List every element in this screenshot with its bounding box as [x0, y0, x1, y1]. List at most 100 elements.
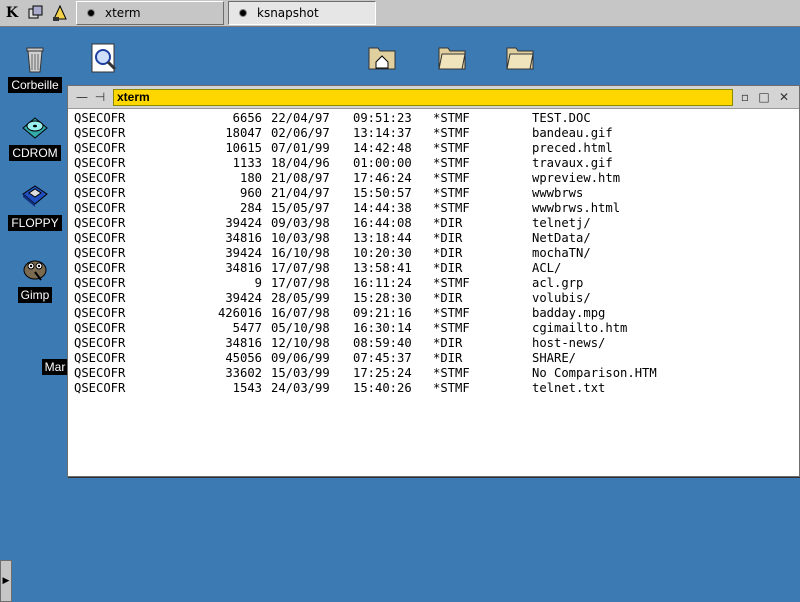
- listing-user: QSECOFR: [74, 321, 126, 335]
- window-titlebar[interactable]: — ⊣ xterm ▫ □ ✕: [68, 86, 799, 109]
- listing-name: wwwbrws.html: [532, 201, 621, 215]
- desktop-icon-folder-3[interactable]: [490, 40, 550, 72]
- desktop-icon-konqueror[interactable]: [74, 42, 134, 74]
- listing-name: volubis/: [532, 291, 591, 305]
- task-button-xterm[interactable]: xterm: [76, 1, 224, 25]
- xterm-window[interactable]: — ⊣ xterm ▫ □ ✕ QSECOFR 6656 22/04/97 09:51…: [67, 85, 800, 477]
- listing-user: QSECOFR: [74, 261, 126, 275]
- listing-date: 15/03/99: [271, 366, 330, 380]
- listing-time: 09:51:23: [353, 111, 412, 125]
- listing-name: TEST.DOC: [532, 111, 591, 125]
- listing-type: *STMF: [433, 171, 470, 185]
- listing-user: QSECOFR: [74, 111, 126, 125]
- listing-type: *DIR: [433, 261, 463, 275]
- listing-size: 39424: [225, 216, 262, 230]
- listing-user: QSECOFR: [74, 231, 126, 245]
- home-folder-icon: [366, 40, 398, 72]
- desktop-icon-label: Corbeille: [8, 77, 62, 93]
- listing-date: 28/05/99: [271, 291, 330, 305]
- listing-type: *DIR: [433, 336, 463, 350]
- listing-user: QSECOFR: [74, 171, 126, 185]
- listing-time: 07:45:37: [353, 351, 412, 365]
- desktop-icon-label: Mar: [41, 359, 69, 375]
- listing-date: 16/07/98: [271, 306, 330, 320]
- listing-date: 07/01/99: [271, 141, 330, 155]
- desktop-icon-cdrom[interactable]: CDROM: [5, 110, 65, 161]
- task-dot-icon: [239, 9, 247, 17]
- listing-row: QSECOFR 34816 17/07/98 13:58:41 *DIR ACL/: [74, 261, 789, 276]
- listing-size: 5477: [232, 321, 262, 335]
- listing-name: telnetj/: [532, 216, 591, 230]
- listing-type: *STMF: [433, 321, 470, 335]
- folder-icon: [436, 40, 468, 72]
- task-button-ksnapshot[interactable]: ksnapshot: [228, 1, 376, 25]
- listing-date: 22/04/97: [271, 111, 330, 125]
- listing-time: 14:44:38: [353, 201, 412, 215]
- listing-row: QSECOFR 34816 10/03/98 13:18:44 *DIR NetData/: [74, 231, 789, 246]
- listing-size: 45056: [225, 351, 262, 365]
- listing-time: 17:46:24: [353, 171, 412, 185]
- folder-icon: [504, 40, 536, 72]
- desktop-icon-home-folder[interactable]: [352, 40, 412, 72]
- listing-row: QSECOFR 6656 22/04/97 09:51:23 *STMF TEST.DOC: [74, 111, 789, 126]
- listing-user: QSECOFR: [74, 366, 126, 380]
- desktop-icon-label: Gimp: [17, 287, 53, 303]
- pin-icon[interactable]: ⊣: [92, 89, 108, 105]
- desktop-icon-man[interactable]: Mar: [40, 356, 70, 375]
- listing-user: QSECOFR: [74, 246, 126, 260]
- desktop-icon-gimp[interactable]: Gimp: [5, 252, 65, 303]
- listing-type: *STMF: [433, 111, 470, 125]
- listing-name: acl.grp: [532, 276, 584, 290]
- listing-row: QSECOFR 33602 15/03/99 17:25:24 *STMF No Comp…: [74, 366, 789, 381]
- terminal-output[interactable]: QSECOFR 6656 22/04/97 09:51:23 *STMF TEST.DOC…: [74, 111, 789, 471]
- listing-date: 24/03/99: [271, 381, 330, 395]
- listing-size: 426016: [217, 306, 262, 320]
- listing-user: QSECOFR: [74, 336, 126, 350]
- listing-row: QSECOFR 1543 24/03/99 15:40:26 *STMF telnet.t…: [74, 381, 789, 396]
- trash-icon: [19, 42, 51, 74]
- k-menu-icon[interactable]: K: [2, 3, 22, 23]
- minimize-icon[interactable]: —: [74, 89, 90, 105]
- iconify-icon[interactable]: ▫: [737, 89, 753, 105]
- listing-date: 09/03/98: [271, 216, 330, 230]
- listing-row: QSECOFR 45056 09/06/99 07:45:37 *DIR SHARE/: [74, 351, 789, 366]
- listing-size: 960: [239, 186, 262, 200]
- listing-name: ACL/: [532, 261, 562, 275]
- terminal-launcher-icon[interactable]: [50, 3, 70, 23]
- listing-name: bandeau.gif: [532, 126, 613, 140]
- listing-row: QSECOFR 39424 16/10/98 10:20:30 *DIR mochaTN/: [74, 246, 789, 261]
- close-icon[interactable]: ✕: [776, 89, 792, 105]
- listing-date: 17/07/98: [271, 261, 330, 275]
- listing-size: 18047: [225, 126, 262, 140]
- desktop-icon-label: FLOPPY: [8, 215, 62, 231]
- desktop-icon-floppy[interactable]: FLOPPY: [5, 180, 65, 231]
- listing-date: 10/03/98: [271, 231, 330, 245]
- panel-expand-arrow-icon[interactable]: ▶: [0, 560, 12, 602]
- desktop-icon-trash[interactable]: Corbeille: [5, 42, 65, 93]
- listing-user: QSECOFR: [74, 216, 126, 230]
- desktop-icon-folder-2[interactable]: [422, 40, 482, 72]
- listing-type: *STMF: [433, 276, 470, 290]
- listing-row: QSECOFR 284 15/05/97 14:44:38 *STMF wwwbrws.h…: [74, 201, 789, 216]
- listing-row: QSECOFR 39424 09/03/98 16:44:08 *DIR telnetj/: [74, 216, 789, 231]
- listing-size: 34816: [225, 336, 262, 350]
- listing-row: QSECOFR 34816 12/10/98 08:59:40 *DIR host-new…: [74, 336, 789, 351]
- listing-type: *DIR: [433, 231, 463, 245]
- listing-type: *STMF: [433, 201, 470, 215]
- listing-type: *STMF: [433, 186, 470, 200]
- maximize-icon[interactable]: □: [756, 89, 772, 105]
- task-label: xterm: [105, 6, 141, 20]
- listing-time: 15:40:26: [353, 381, 412, 395]
- task-dot-icon: [87, 9, 95, 17]
- listing-time: 01:00:00: [353, 156, 412, 170]
- listing-user: QSECOFR: [74, 201, 126, 215]
- listing-user: QSECOFR: [74, 156, 126, 170]
- listing-type: *DIR: [433, 246, 463, 260]
- listing-type: *STMF: [433, 141, 470, 155]
- window-list-icon[interactable]: [26, 3, 46, 23]
- floppy-icon: [19, 180, 51, 212]
- listing-type: *STMF: [433, 366, 470, 380]
- listing-date: 09/06/99: [271, 351, 330, 365]
- listing-size: 6656: [232, 111, 262, 125]
- listing-time: 13:58:41: [353, 261, 412, 275]
